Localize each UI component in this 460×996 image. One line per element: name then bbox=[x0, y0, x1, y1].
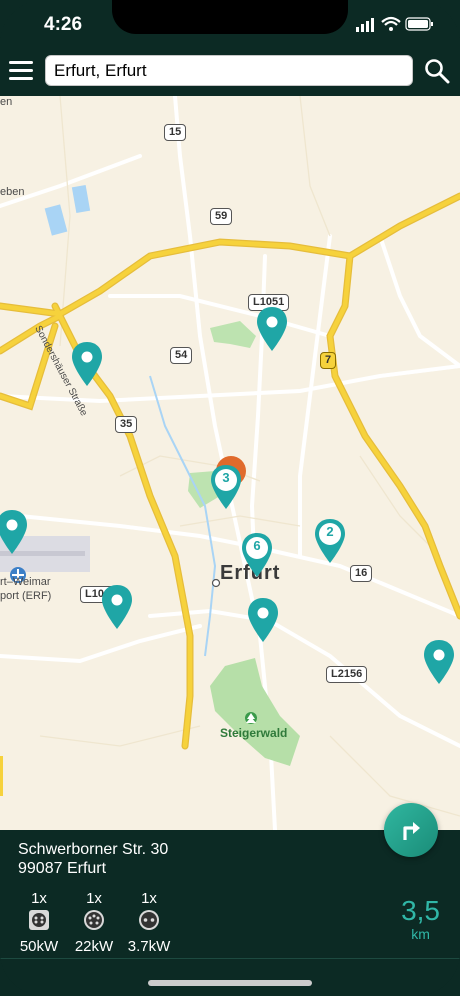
map-edge-label-top: en bbox=[0, 96, 13, 108]
airport-label-2: port (ERF) bbox=[0, 590, 52, 602]
type2-plug-icon bbox=[84, 910, 104, 930]
road-badge-16: 16 bbox=[350, 565, 373, 582]
charging-station-pin[interactable] bbox=[71, 342, 103, 386]
menu-icon-line bbox=[9, 77, 33, 80]
distance-unit: km bbox=[411, 926, 430, 942]
road-badge-l2156: L2156 bbox=[326, 666, 368, 683]
signal-icon bbox=[356, 18, 374, 32]
status-time: 4:26 bbox=[44, 14, 83, 35]
distance: 3,5 km bbox=[401, 895, 440, 943]
station-address: Schwerborner Str. 30 99087 Erfurt bbox=[18, 840, 168, 878]
connector-power: 3.7kW bbox=[127, 938, 171, 955]
menu-icon-line bbox=[9, 69, 33, 72]
search-icon[interactable] bbox=[424, 58, 450, 84]
schuko-plug-icon bbox=[139, 910, 159, 930]
cluster-count: 3 bbox=[222, 470, 230, 485]
wifi-icon bbox=[381, 16, 401, 31]
connector-power: 50kW bbox=[19, 938, 59, 955]
charging-station-pin[interactable] bbox=[247, 598, 279, 642]
map-base bbox=[0, 96, 460, 830]
menu-button[interactable] bbox=[9, 58, 35, 84]
station-city: 99087 Erfurt bbox=[18, 860, 107, 877]
status-bar: 4:26 bbox=[0, 0, 460, 46]
cluster-count: 2 bbox=[326, 524, 334, 539]
map-pin-icon bbox=[257, 307, 287, 351]
cluster-pin-6[interactable]: 6 bbox=[241, 533, 273, 577]
distance-value: 3,5 bbox=[401, 895, 440, 926]
connector-count: 1x bbox=[31, 890, 47, 907]
top-bar bbox=[0, 46, 460, 96]
map-pin-icon bbox=[424, 640, 454, 684]
map-pin-icon bbox=[248, 598, 278, 642]
menu-icon bbox=[9, 61, 33, 64]
turn-right-arrow-icon bbox=[403, 822, 420, 840]
phone-screen: 4:26 Erfurt, Erfurt 15 59 L1051 54 7 35 … bbox=[0, 0, 460, 996]
cluster-pin-3[interactable]: 3 bbox=[210, 465, 242, 509]
connector-power: 22kW bbox=[74, 938, 114, 955]
connector-schuko: 1x 3.7kW bbox=[124, 890, 174, 955]
map-edge-label-left: eben bbox=[0, 186, 25, 198]
airport-label-1: rt–Weimar bbox=[0, 576, 51, 588]
notch bbox=[112, 0, 348, 34]
divider bbox=[0, 958, 460, 959]
cluster-pin-2[interactable]: 2 bbox=[314, 519, 346, 563]
road-badge-7: 7 bbox=[320, 352, 337, 369]
map-pin-icon bbox=[102, 585, 132, 629]
charging-station-pin[interactable] bbox=[0, 510, 28, 554]
road-badge-59: 59 bbox=[210, 208, 233, 225]
station-street: Schwerborner Str. 30 bbox=[18, 841, 169, 858]
ccs-plug-icon bbox=[29, 910, 49, 930]
road-badge-15: 15 bbox=[164, 124, 187, 141]
connector-count: 1x bbox=[86, 890, 102, 907]
battery-icon bbox=[405, 17, 433, 31]
home-indicator[interactable] bbox=[148, 980, 312, 986]
park-label: Steigerwald bbox=[220, 726, 288, 740]
connector-ccs: 1x 50kW bbox=[14, 890, 64, 955]
charging-station-pin[interactable] bbox=[423, 640, 455, 684]
road-badge-54: 54 bbox=[170, 347, 193, 364]
navigate-button[interactable] bbox=[384, 803, 438, 857]
map-view[interactable]: 15 59 L1051 54 7 35 16 L104 L2156 en ebe… bbox=[0, 96, 460, 830]
map-pin-icon bbox=[0, 510, 27, 554]
connector-type2: 1x 22kW bbox=[69, 890, 119, 955]
connector-count: 1x bbox=[141, 890, 157, 907]
cluster-count: 6 bbox=[253, 538, 261, 553]
charging-station-pin[interactable] bbox=[256, 307, 288, 351]
search-input[interactable] bbox=[45, 55, 413, 86]
status-icons bbox=[356, 16, 433, 32]
charging-station-pin[interactable] bbox=[101, 585, 133, 629]
map-pin-icon bbox=[72, 342, 102, 386]
road-badge-35: 35 bbox=[115, 416, 138, 433]
